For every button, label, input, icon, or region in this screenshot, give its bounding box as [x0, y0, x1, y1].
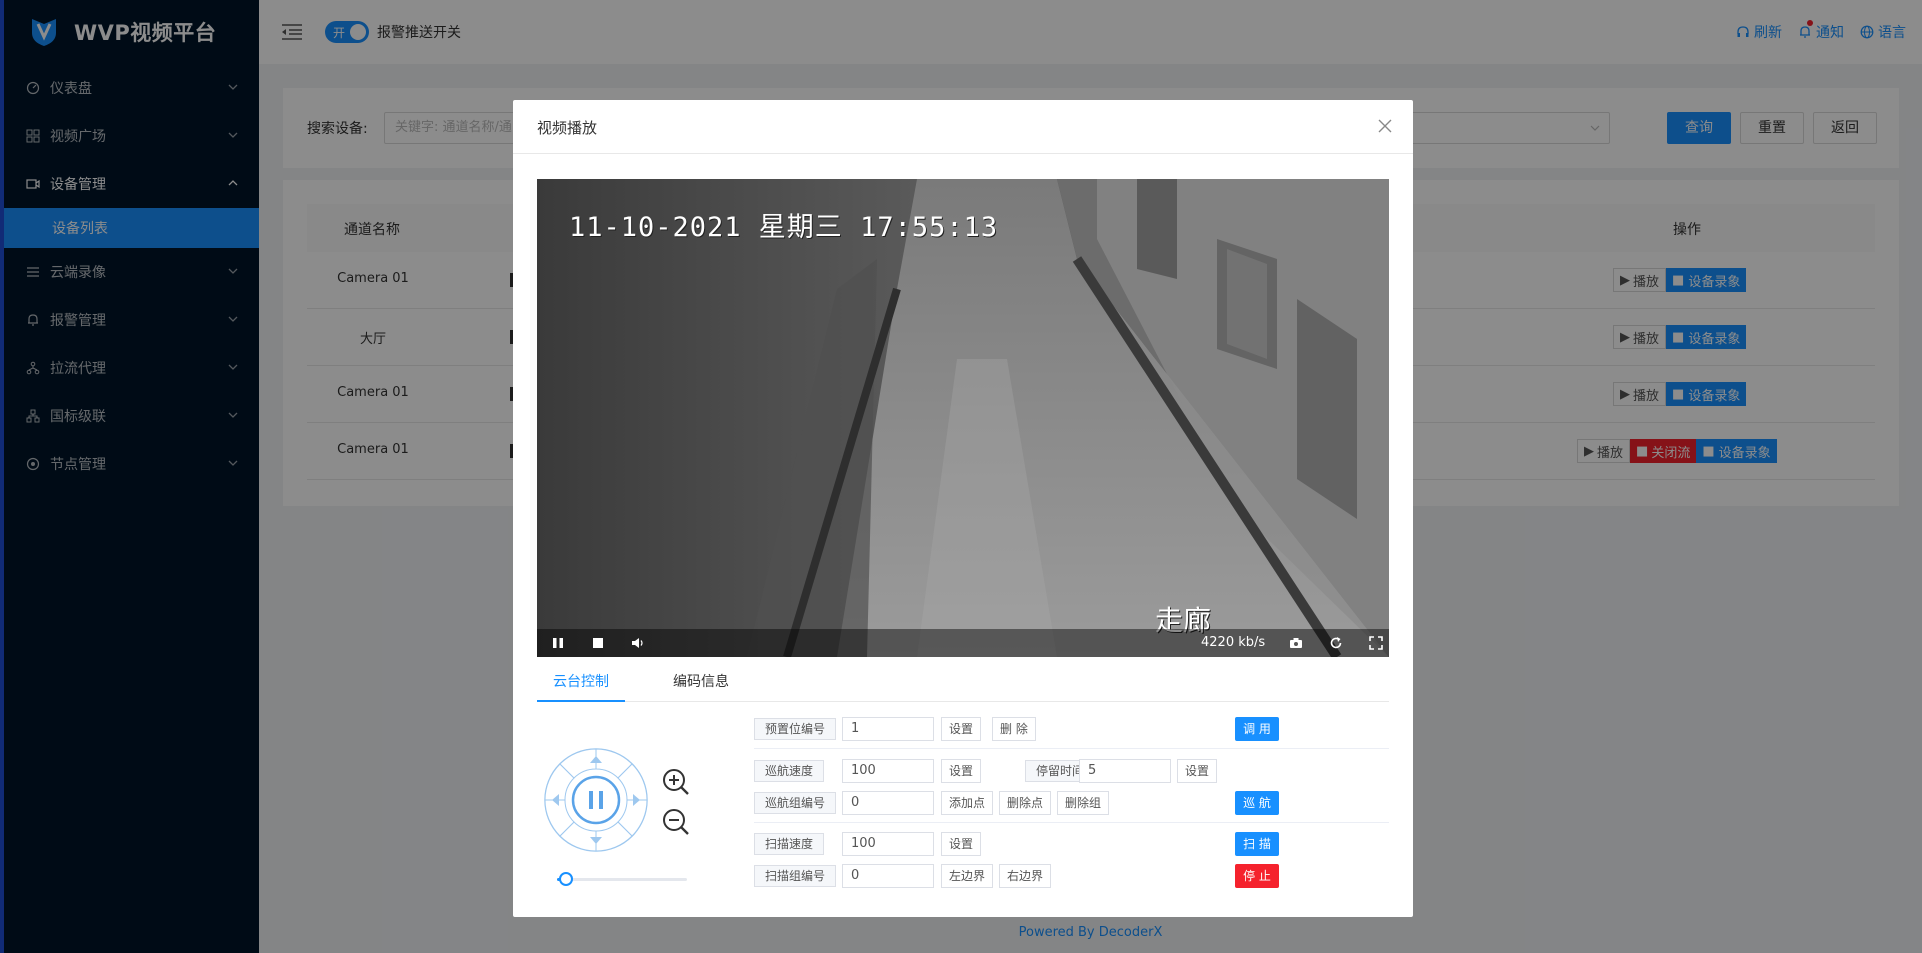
cruise-group-input[interactable]: 0 — [842, 791, 934, 815]
preset-input[interactable]: 1 — [842, 717, 934, 741]
delete-point-button[interactable]: 删除点 — [999, 791, 1052, 815]
fullscreen-icon[interactable] — [1369, 636, 1383, 650]
divider — [754, 748, 1389, 749]
stop-scan-button[interactable]: 停 止 — [1235, 864, 1279, 888]
cruise-button[interactable]: 巡 航 — [1235, 791, 1279, 815]
camera-snapshot-icon[interactable] — [1289, 636, 1303, 650]
preset-set-button[interactable]: 设置 — [941, 717, 982, 741]
video-frame — [537, 179, 1389, 657]
cruise-group-label: 巡航组编号 — [754, 792, 837, 814]
close-icon[interactable] — [1377, 118, 1393, 134]
rotate-icon[interactable] — [1329, 636, 1343, 650]
tab-encoding-info[interactable]: 编码信息 — [673, 671, 729, 691]
scan-group-label: 扫描组编号 — [754, 865, 837, 887]
left-boundary-button[interactable]: 左边界 — [941, 864, 994, 888]
preset-call-button[interactable]: 调 用 — [1235, 717, 1279, 741]
cruise-speed-input[interactable]: 100 — [842, 759, 934, 783]
divider — [754, 822, 1389, 823]
preset-delete-button[interactable]: 删 除 — [992, 717, 1036, 741]
add-point-button[interactable]: 添加点 — [941, 791, 994, 815]
cruise-speed-set-button[interactable]: 设置 — [941, 759, 982, 783]
zoom-out-icon[interactable] — [661, 807, 691, 837]
video-play-dialog: 视频播放 11-10-2021 星期三 17:55:13 走廊 4220 kb/… — [513, 100, 1413, 917]
osd-timestamp: 11-10-2021 星期三 17:55:13 — [569, 212, 999, 243]
scan-button[interactable]: 扫 描 — [1235, 832, 1279, 856]
slider-handle[interactable] — [559, 872, 573, 886]
tab-active-indicator — [537, 700, 625, 702]
scan-speed-set-button[interactable]: 设置 — [941, 832, 982, 856]
dwell-time-set-button[interactable]: 设置 — [1177, 759, 1218, 783]
tab-ptz-control[interactable]: 云台控制 — [553, 671, 609, 691]
ptz-control-panel — [537, 740, 717, 900]
scan-speed-label: 扫描速度 — [754, 833, 825, 855]
stop-icon[interactable] — [591, 636, 605, 650]
ptz-direction-pad — [544, 748, 648, 852]
bitrate-readout: 4220 kb/s — [1201, 635, 1266, 650]
zoom-in-icon[interactable] — [661, 767, 691, 797]
video-player[interactable]: 11-10-2021 星期三 17:55:13 走廊 4220 kb/s — [537, 179, 1389, 657]
player-control-bar: 4220 kb/s — [537, 629, 1389, 657]
player-tabs: 云台控制 编码信息 — [537, 657, 1389, 702]
dialog-header: 视频播放 — [513, 100, 1413, 154]
pause-icon[interactable] — [551, 636, 565, 650]
dialog-title: 视频播放 — [537, 119, 598, 137]
preset-label: 预置位编号 — [754, 718, 837, 740]
volume-icon[interactable] — [631, 636, 645, 650]
ptz-speed-slider[interactable] — [557, 878, 687, 881]
right-boundary-button[interactable]: 右边界 — [999, 864, 1052, 888]
scan-group-input[interactable]: 0 — [842, 864, 934, 888]
scan-speed-input[interactable]: 100 — [842, 832, 934, 856]
cruise-speed-label: 巡航速度 — [754, 760, 825, 782]
delete-group-button[interactable]: 删除组 — [1057, 791, 1110, 815]
dwell-time-input[interactable]: 5 — [1079, 759, 1171, 783]
